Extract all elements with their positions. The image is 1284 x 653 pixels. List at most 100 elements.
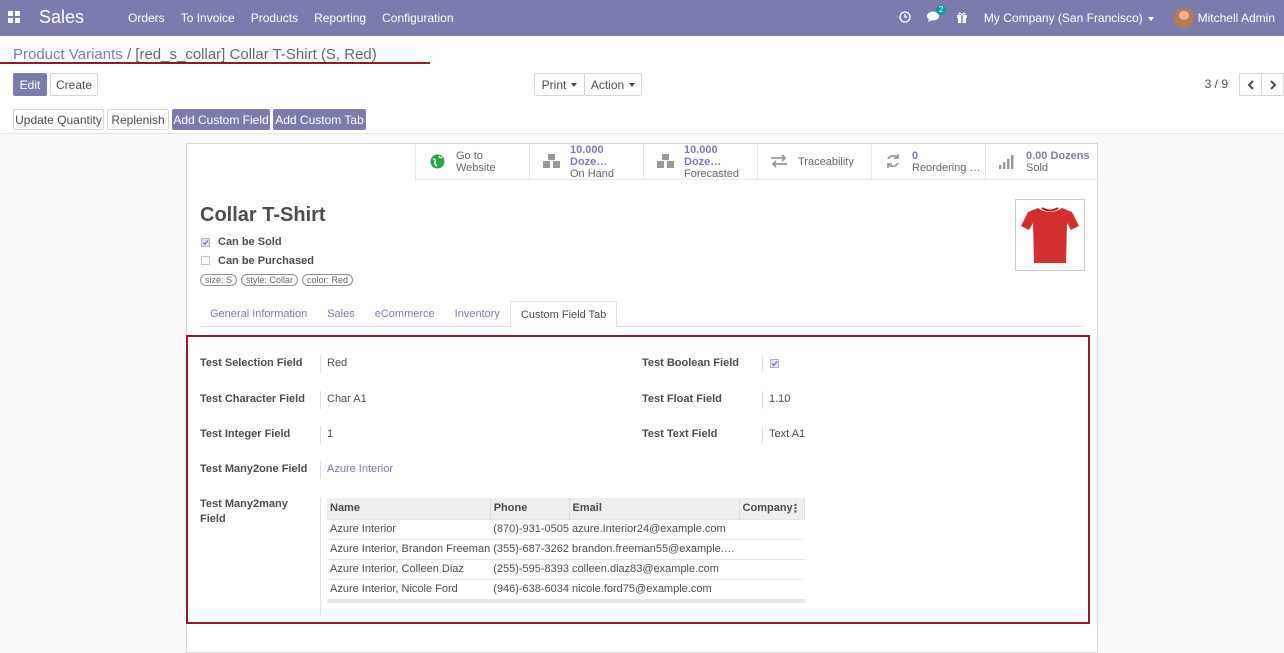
many2one-field-label: Test Many2one Field [200,463,308,475]
pager-next-button[interactable] [1261,73,1284,96]
menu-products[interactable]: Products [251,11,298,25]
create-button[interactable]: Create [50,73,98,96]
stat-sold[interactable]: 0.00 Dozens Sold [985,144,1099,180]
table-row[interactable]: Azure Interior (870)-931-0505 azure.Inte… [327,518,805,539]
tab-custom-field-tab[interactable]: Custom Field Tab [509,301,618,327]
stat-buttons: Go to Website 10.000 Doze… On Hand 10.000 … [415,144,1099,180]
arrows-icon [770,154,788,170]
chevron-down-icon [1147,16,1154,21]
notebook-tabs: General Information Sales eCommerce Inve… [200,301,1084,327]
check-icon [771,361,778,367]
app-name[interactable]: Sales [39,7,84,28]
stat-go-to-website[interactable]: Go to Website [415,144,529,180]
cubes-icon [656,153,674,171]
breadcrumb-parent[interactable]: Product Variants [13,46,123,63]
field-divider [320,391,321,409]
gift-icon[interactable] [956,11,968,26]
product-image[interactable] [1015,199,1085,271]
stat-line1: 10.000 Doze… [570,144,608,168]
menu-reporting[interactable]: Reporting [314,11,366,25]
cell-company [739,558,805,579]
char-field-value[interactable]: Char A1 [327,393,367,405]
selection-field-label: Test Selection Field [200,357,303,369]
column-header-phone[interactable]: Phone [490,498,570,519]
float-field-label: Test Float Field [642,393,722,405]
stat-traceability[interactable]: Traceability [757,144,871,180]
tab-inventory[interactable]: Inventory [445,301,510,327]
cell-phone: (355)-687-3262 [490,538,570,559]
cell-name: Azure Interior, Colleen Diaz [327,558,491,579]
replenish-button[interactable]: Replenish [107,109,169,130]
can-be-purchased-checkbox[interactable] [201,256,210,265]
integer-field-label: Test Integer Field [200,428,291,440]
tab-ecommerce[interactable]: eCommerce [365,301,445,327]
stat-forecasted[interactable]: 10.000 Doze… Forecasted [643,144,757,180]
cell-email: brandon.freeman55@example.c… [569,538,740,559]
column-header-name[interactable]: Name [327,498,491,519]
apps-menu-icon[interactable] [8,11,20,23]
update-quantity-button[interactable]: Update Quantity [13,109,104,130]
can-be-sold-checkbox[interactable] [201,238,210,247]
text-field-value[interactable]: Text A1 [769,428,805,440]
column-header-email[interactable]: Email [569,498,740,519]
many2one-field-value[interactable]: Azure Interior [327,463,393,475]
field-divider [762,391,763,409]
breadcrumb: Product Variants / [red_s_collar] Collar… [13,46,377,63]
stat-line1: Go to [456,150,483,162]
field-divider [762,426,763,444]
cell-email: colleen.diaz83@example.com [569,558,740,579]
signal-icon [998,154,1016,171]
cell-company [739,518,805,539]
menu-to-invoice[interactable]: To Invoice [181,11,235,25]
action-button[interactable]: Action [584,73,642,96]
stat-line1: 10.000 Doze… [684,144,722,168]
cell-phone: (870)-931-0505 [490,518,570,539]
float-field-value[interactable]: 1.10 [769,393,790,405]
table-row[interactable]: Azure Interior, Colleen Diaz (255)-595-8… [327,558,805,579]
chevron-left-icon [1247,79,1254,90]
company-switcher[interactable]: My Company (San Francisco) [984,11,1154,25]
boolean-field-checkbox[interactable] [770,359,779,368]
cell-company [739,578,805,599]
tag-size: size: S [200,274,238,286]
stat-on-hand[interactable]: 10.000 Doze… On Hand [529,144,643,180]
chevron-down-icon [629,82,636,87]
add-custom-field-button[interactable]: Add Custom Field [172,109,270,130]
refresh-icon [884,153,902,171]
chevron-down-icon [571,82,578,87]
navbar-right: 2 My Company (San Francisco) Mitchell Ad… [899,0,1284,36]
avatar[interactable] [1173,8,1194,28]
table-row[interactable]: Azure Interior, Brandon Freeman (355)-68… [327,538,805,559]
pager-value[interactable]: 3 / 9 [1205,77,1228,91]
table-row[interactable]: Azure Interior, Nicole Ford (946)-638-60… [327,578,805,599]
column-header-company-label: Company [742,502,793,515]
product-name[interactable]: Collar T-Shirt [200,204,326,227]
globe-icon [428,154,446,171]
menu-orders[interactable]: Orders [128,11,165,25]
edit-button[interactable]: Edit [13,73,47,96]
stat-reordering[interactable]: 0 Reordering … [871,144,985,180]
user-menu[interactable]: Mitchell Admin [1198,11,1275,25]
menu-configuration[interactable]: Configuration [382,11,453,25]
clock-icon[interactable] [899,10,911,26]
breadcrumb-separator: / [126,46,132,63]
print-button[interactable]: Print [534,73,585,96]
tshirt-image [1021,207,1079,263]
cell-name: Azure Interior, Nicole Ford [327,578,491,599]
column-header-company[interactable]: Company ⋮ [739,498,806,519]
add-custom-tab-button[interactable]: Add Custom Tab [273,109,366,130]
can-be-purchased-label: Can be Purchased [218,255,314,267]
tab-sales[interactable]: Sales [317,301,365,327]
many2many-field-label-line2: Field [200,513,226,525]
selection-field-value[interactable]: Red [327,357,347,369]
integer-field-value[interactable]: 1 [327,428,333,440]
optional-columns-icon[interactable]: ⋮ [790,502,801,515]
stat-line2: Website [456,162,496,174]
text-field-label: Test Text Field [642,428,718,440]
breadcrumb-highlight [0,62,430,64]
cell-email: nicole.ford75@example.com [569,578,740,599]
boolean-field-label: Test Boolean Field [642,357,739,369]
tab-general-information[interactable]: General Information [200,301,317,327]
pager-previous-button[interactable] [1239,73,1262,96]
messages-icon[interactable]: 2 [926,4,947,26]
